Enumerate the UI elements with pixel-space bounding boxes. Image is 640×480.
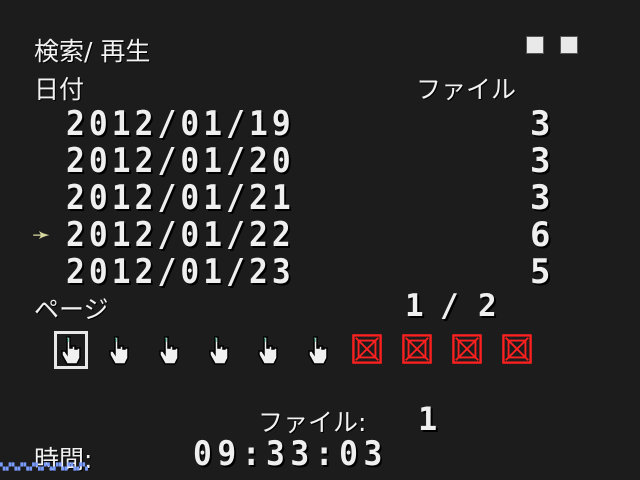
page-total: 2 [478, 288, 497, 324]
page-separator: / [440, 288, 459, 324]
disabled-x-icon[interactable] [502, 333, 532, 365]
file-count: 3 [530, 178, 551, 218]
selection-arrow-icon: ➛ [32, 223, 51, 248]
file-count: 3 [530, 104, 551, 144]
date-row[interactable]: 2012/01/20 [66, 141, 295, 181]
hand-cursor-icon[interactable] [153, 333, 185, 367]
page-label: ページ [34, 295, 109, 324]
status-checkbox-2[interactable] [560, 36, 578, 54]
file-column-header: ファイル [416, 75, 517, 104]
hand-cursor-icon[interactable] [54, 331, 88, 369]
file-count: 5 [530, 252, 551, 292]
page-title: 検索/ 再生 [34, 37, 151, 66]
date-column-header: 日付 [34, 75, 85, 104]
file-count: 3 [530, 141, 551, 181]
date-row[interactable]: 2012/01/22 [66, 215, 295, 255]
disabled-x-icon[interactable] [452, 333, 482, 365]
page-current: 1 [405, 288, 424, 324]
disabled-x-icon[interactable] [352, 333, 382, 365]
disabled-x-icon[interactable] [402, 333, 432, 365]
hand-cursor-icon[interactable] [203, 333, 235, 367]
hand-cursor-icon[interactable] [252, 333, 284, 367]
date-row[interactable]: 2012/01/19 [66, 104, 295, 144]
hand-cursor-icon[interactable] [103, 333, 135, 367]
file-count: 6 [530, 215, 551, 255]
time-value: 09:33:03 [193, 434, 388, 474]
date-row[interactable]: 2012/01/21 [66, 178, 295, 218]
file-value: 1 [418, 400, 438, 438]
date-row[interactable]: 2012/01/23 [66, 252, 295, 292]
status-checkbox-1[interactable] [526, 36, 544, 54]
hand-cursor-icon[interactable] [302, 333, 334, 367]
signal-strip: ▚▞▚▞▚▞▚▞▚▞▚▞▚▞▚ [0, 463, 89, 471]
